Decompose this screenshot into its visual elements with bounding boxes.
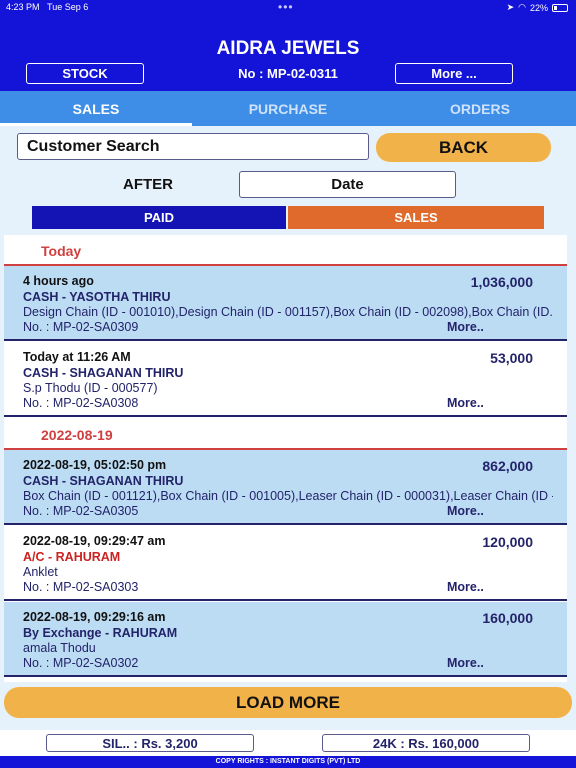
customer-search-input[interactable]: Customer Search xyxy=(17,133,369,160)
battery-percent: 22% xyxy=(529,2,548,13)
tab-sales[interactable]: SALES xyxy=(0,91,192,126)
list-item[interactable]: 2022-08-19, 09:29:16 am 160,000 By Excha… xyxy=(4,602,567,677)
section-header: Today xyxy=(4,235,567,266)
record-amount: 53,000 xyxy=(490,350,533,366)
record-amount: 862,000 xyxy=(482,458,533,474)
more-link[interactable]: More.. xyxy=(447,504,484,518)
record-time: 2022-08-19, 09:29:16 am xyxy=(23,610,166,624)
more-link[interactable]: More.. xyxy=(447,320,484,334)
section-label: 2022-08-19 xyxy=(41,427,113,443)
record-number: No. : MP-02-SA0309 xyxy=(23,320,139,334)
copyright-footer: COPY RIGHTS : INSTANT DIGITS (PVT) LTD xyxy=(0,756,576,768)
record-items: amala Thodu xyxy=(23,641,96,655)
record-customer: By Exchange - RAHURAM xyxy=(23,626,178,640)
load-more-button[interactable]: LOAD MORE xyxy=(4,687,572,718)
sales-list[interactable]: Today 4 hours ago 1,036,000 CASH - YASOT… xyxy=(4,235,567,682)
more-link[interactable]: More.. xyxy=(447,396,484,410)
back-button[interactable]: BACK xyxy=(376,133,551,162)
list-item[interactable]: 4 hours ago 1,036,000 CASH - YASOTHA THI… xyxy=(4,266,567,341)
record-time: 4 hours ago xyxy=(23,274,94,288)
list-item[interactable]: 2022-08-19, 05:02:50 pm 862,000 CASH - S… xyxy=(4,450,567,525)
record-items: S.p Thodu (ID - 000577) xyxy=(23,381,158,395)
sales-segment[interactable]: SALES xyxy=(288,206,544,229)
paid-segment[interactable]: PAID xyxy=(32,206,286,229)
after-label: AFTER xyxy=(123,176,173,193)
app-header: AIDRA JEWELS STOCK No : MP-02-0311 More … xyxy=(0,16,576,91)
stock-button[interactable]: STOCK xyxy=(26,63,144,84)
more-button[interactable]: More ... xyxy=(395,63,513,84)
record-number: No. : MP-02-SA0303 xyxy=(23,580,139,594)
app-title: AIDRA JEWELS xyxy=(216,38,360,59)
record-customer: A/C - RAHURAM xyxy=(23,550,121,564)
record-number: No. : MP-02-SA0308 xyxy=(23,396,139,410)
more-link[interactable]: More.. xyxy=(447,656,484,670)
date-field[interactable]: Date xyxy=(239,171,456,198)
record-amount: 1,036,000 xyxy=(470,274,533,290)
section-label: Today xyxy=(41,243,82,259)
battery-icon xyxy=(552,3,568,12)
more-link[interactable]: More.. xyxy=(447,580,484,594)
status-time: 4:23 PM Tue Sep 6 xyxy=(6,2,89,12)
section-header: 2022-08-19 xyxy=(4,419,567,450)
record-amount: 160,000 xyxy=(482,610,533,626)
tab-bar: SALES PURCHASE ORDERS xyxy=(0,91,576,126)
tab-purchase[interactable]: PURCHASE xyxy=(192,91,384,126)
record-customer: CASH - YASOTHA THIRU xyxy=(23,290,171,304)
silver-total: SIL.. : Rs. 3,200 xyxy=(46,734,254,752)
list-item[interactable]: Today at 11:26 AM 53,000 CASH - SHAGANAN… xyxy=(4,342,567,417)
tab-orders[interactable]: ORDERS xyxy=(384,91,576,126)
location-icon: ➤ xyxy=(506,2,515,12)
record-time: 2022-08-19, 09:29:47 am xyxy=(23,534,166,548)
record-amount: 120,000 xyxy=(482,534,533,550)
record-customer: CASH - SHAGANAN THIRU xyxy=(23,366,184,380)
record-customer: CASH - SHAGANAN THIRU xyxy=(23,474,184,488)
record-number: No. : MP-02-SA0302 xyxy=(23,656,139,670)
multitask-dots-icon[interactable]: ••• xyxy=(278,0,294,14)
status-right: ➤ ◠ 22% xyxy=(507,2,568,13)
record-time: Today at 11:26 AM xyxy=(23,350,131,364)
wifi-icon: ◠ xyxy=(518,2,526,12)
record-items: Anklet xyxy=(23,565,58,579)
totals-bar: SIL.. : Rs. 3,200 24K : Rs. 160,000 xyxy=(0,730,576,756)
status-bar: 4:23 PM Tue Sep 6 ••• ➤ ◠ 22% xyxy=(0,0,576,16)
order-number: No : MP-02-0311 xyxy=(238,66,338,81)
record-items: Design Chain (ID - 001010),Design Chain … xyxy=(23,305,553,319)
list-item[interactable]: 2022-08-19, 09:29:47 am 120,000 A/C - RA… xyxy=(4,526,567,601)
record-number: No. : MP-02-SA0305 xyxy=(23,504,139,518)
record-time: 2022-08-19, 05:02:50 pm xyxy=(23,458,167,472)
gold-24k-total: 24K : Rs. 160,000 xyxy=(322,734,530,752)
record-items: Box Chain (ID - 001121),Box Chain (ID - … xyxy=(23,489,553,503)
